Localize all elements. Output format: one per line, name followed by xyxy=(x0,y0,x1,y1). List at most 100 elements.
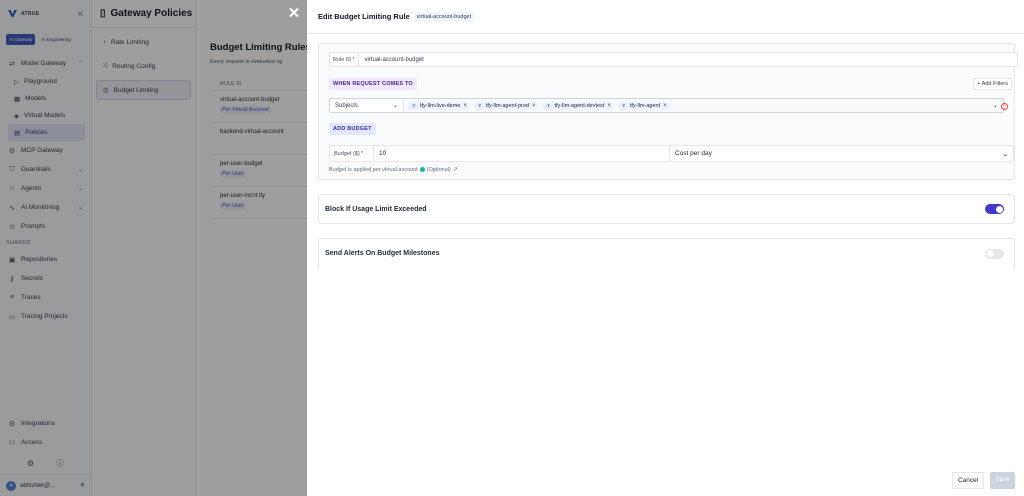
rules-table: RULE ID virtual-account-budget Per Virtu… xyxy=(210,77,310,219)
block-limit-card: Block If Usage Limit Exceeded xyxy=(318,194,1015,224)
nav-tracing-projects[interactable]: ▭ Tracing Projects xyxy=(0,307,91,326)
repository-icon: ▣ xyxy=(8,256,16,264)
workspace-tab-ai-gateway[interactable]: AI Gateway xyxy=(6,34,36,45)
block-limit-label: Block If Usage Limit Exceeded xyxy=(325,205,427,213)
key-icon: ⚷ xyxy=(9,275,15,283)
when-request-label: WHEN REQUEST COMES TO xyxy=(329,78,417,90)
nav-virtual-models[interactable]: ◈ Virtual Models xyxy=(0,107,91,124)
remove-chip-icon[interactable]: × xyxy=(463,103,467,109)
required-marker: * xyxy=(352,56,355,63)
rule-tag: Per User xyxy=(220,202,246,210)
tab-label: Rate Limiting xyxy=(110,38,149,46)
add-budget-label: ADD BUDGET xyxy=(329,123,376,135)
folder-icon: ▭ xyxy=(8,313,16,321)
subjects-select-value: Subjects xyxy=(335,102,359,109)
nav-traces[interactable]: ≡ Traces xyxy=(0,288,91,307)
settings-icon[interactable]: ⚙ xyxy=(27,459,34,468)
theme-toggle-icon[interactable]: ✳ xyxy=(80,482,85,489)
remove-chip-icon[interactable]: × xyxy=(663,103,667,109)
nav-label: Prompts xyxy=(21,223,46,230)
drawer-header: Edit Budget Limiting Rule virtual-accoun… xyxy=(307,0,1024,34)
add-filters-button[interactable]: + Add Filters xyxy=(973,78,1012,90)
budget-icon: ◎ xyxy=(103,87,109,94)
nav-models[interactable]: ▦ Models xyxy=(0,90,91,107)
nav-repositories[interactable]: ▣ Repositories xyxy=(0,250,91,269)
subjects-multiselect[interactable]: T tfy-llm-live-demo × T tfy-llm-agent-pr… xyxy=(404,99,1003,112)
remove-chip-icon[interactable]: × xyxy=(532,103,536,109)
nav-label: Integrations xyxy=(21,420,55,427)
table-row[interactable]: virtual-account-budget Per Virtual Accou… xyxy=(210,91,310,123)
user-menu[interactable]: A abhishek@... ✳ xyxy=(0,474,91,496)
help-icon[interactable]: ⓘ xyxy=(56,458,64,469)
nav-integrations[interactable]: ⚙ Integrations xyxy=(0,414,91,433)
routing-icon: ⤨ xyxy=(102,62,108,69)
cancel-button[interactable]: Cancel xyxy=(951,472,985,489)
team-icon: T xyxy=(411,102,417,109)
rule-id-input[interactable]: virtual-account-budget xyxy=(359,57,423,63)
rule-tag: Per User xyxy=(220,170,246,178)
policy-nav: ▯ Gateway Policies ◔ Rate Limiting ⤨ Rou… xyxy=(92,0,196,496)
remove-chip-icon[interactable]: × xyxy=(607,103,611,109)
team-icon: T xyxy=(476,102,483,109)
block-limit-toggle[interactable] xyxy=(985,204,1004,214)
nav-mcp-gateway[interactable]: ⚙ MCP Gateway xyxy=(0,141,91,160)
nav-policies[interactable]: ▤ Policies xyxy=(8,124,85,141)
table-row[interactable]: per-user-mcnt.tly Per User xyxy=(210,187,310,219)
rule-id: virtual-account-budget xyxy=(220,97,280,103)
nav-playground[interactable]: ▷ Playground xyxy=(0,73,91,90)
document-icon: ▯ xyxy=(100,8,106,19)
nav-label: Policies xyxy=(25,129,48,136)
budget-hint: Budget is applied per virtual account (O… xyxy=(329,166,458,174)
subjects-select[interactable]: Subjects ⌄ xyxy=(330,99,404,112)
nav-secrets[interactable]: ⚷ Secrets xyxy=(0,269,91,288)
chevron-down-icon: ⌄ xyxy=(77,186,83,192)
budget-period-value: Cost per day xyxy=(675,150,712,157)
close-drawer-button[interactable]: ✕ xyxy=(287,6,301,22)
tab-budget-limiting[interactable]: ◎ Budget Limiting xyxy=(96,80,191,100)
nav-label: AI Monitoring xyxy=(21,204,60,211)
sidebar: ATRUE « AI Gateway AI Engineering ⇄ Mode… xyxy=(0,0,92,496)
rate-limit-icon: ◔ xyxy=(102,38,106,46)
budget-hint-text: Budget is applied per virtual account xyxy=(329,166,418,173)
nav-prompts[interactable]: ⊙ Prompts xyxy=(0,217,91,236)
workspace-tab-ai-engineering[interactable]: AI Engineering xyxy=(38,34,74,45)
nav-access[interactable]: ⚇ Access xyxy=(0,433,91,452)
nav-agents[interactable]: ⌂ Agents ⌄ xyxy=(0,179,91,198)
nav-label: Agents xyxy=(21,185,42,192)
alerts-toggle[interactable] xyxy=(985,248,1004,259)
info-icon xyxy=(419,167,425,172)
table-row[interactable]: backend-virtual-account xyxy=(210,123,310,155)
nav-label: Model Gateway xyxy=(21,60,67,67)
table-row[interactable]: per-user-budget Per User xyxy=(210,155,310,187)
nav-ai-monitoring[interactable]: ∿ AI Monitoring ⌄ xyxy=(0,198,91,217)
nav-label: Virtual Models xyxy=(24,112,66,119)
external-link-icon[interactable]: ↗ xyxy=(453,166,458,173)
save-button[interactable]: Save xyxy=(990,472,1015,489)
tab-routing-config[interactable]: ⤨ Routing Config xyxy=(96,56,191,76)
shared-section-label: SHARED xyxy=(6,240,31,246)
nav-label: Tracing Projects xyxy=(21,313,68,320)
edit-rule-drawer: Edit Budget Limiting Rule virtual-accoun… xyxy=(307,0,1024,496)
nav-guardrails[interactable]: ⛉ Guardrails ⌄ xyxy=(0,160,91,179)
nav-label: Models xyxy=(25,95,47,102)
footer-actions: Cancel Save xyxy=(951,472,1015,489)
nav-model-gateway[interactable]: ⇄ Model Gateway ⌃ xyxy=(0,54,91,73)
budget-input[interactable]: 10 xyxy=(374,146,670,161)
rule-tag: Per Virtual Account xyxy=(220,106,271,114)
remove-filter-icon[interactable]: − xyxy=(1001,103,1008,110)
collapse-sidebar-icon[interactable]: « xyxy=(77,8,83,19)
rule-id-field[interactable]: Rule ID * virtual-account-budget xyxy=(329,52,1018,67)
gateway-icon: ⇄ xyxy=(9,60,15,68)
budget-period-select[interactable]: Cost per day ⌄ xyxy=(670,150,1013,158)
rule-id-label: Rule ID * xyxy=(330,53,360,66)
nav-label: MCP Gateway xyxy=(21,147,63,154)
chevron-down-icon: ⌄ xyxy=(1002,150,1008,158)
tab-rate-limiting[interactable]: ◔ Rate Limiting xyxy=(96,32,191,52)
alerts-card: Send Alerts On Budget Milestones xyxy=(318,238,1015,268)
budget-row: Budget ($) * 10 Cost per day ⌄ xyxy=(329,145,1014,162)
nav-label: Traces xyxy=(21,294,41,301)
budget-label-text: Budget ($) xyxy=(334,150,360,157)
alerts-label: Send Alerts On Budget Milestones xyxy=(325,250,440,257)
chevron-down-icon[interactable]: ⌄ xyxy=(993,102,998,109)
subject-chip: T tfy-llm-agent × xyxy=(617,101,670,110)
